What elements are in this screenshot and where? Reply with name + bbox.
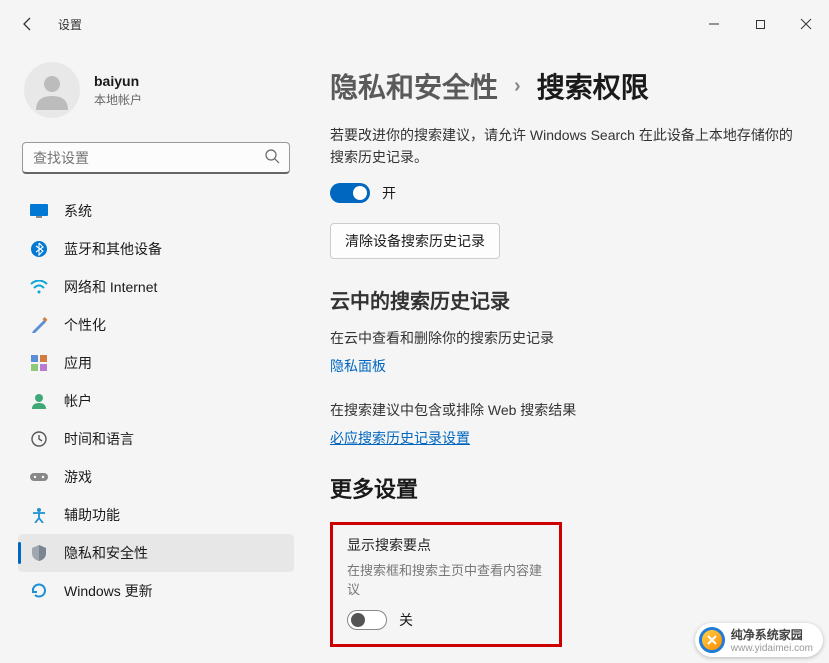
maximize-icon: [755, 19, 766, 30]
wifi-icon: [30, 278, 48, 296]
user-block[interactable]: baiyun 本地帐户: [18, 48, 294, 136]
person-icon: [32, 70, 72, 110]
sidebar-item-accessibility[interactable]: 辅助功能: [18, 496, 294, 534]
app-title: 设置: [58, 16, 82, 33]
sidebar-item-update[interactable]: Windows 更新: [18, 572, 294, 610]
highlight-title: 显示搜索要点: [347, 535, 545, 555]
update-icon: [30, 582, 48, 600]
search-input[interactable]: [22, 142, 290, 174]
highlight-toggle[interactable]: [347, 610, 387, 630]
sidebar-item-label: Windows 更新: [64, 581, 153, 601]
minimize-icon: [708, 18, 720, 30]
sidebar-item-label: 系统: [64, 201, 92, 221]
breadcrumb: 隐私和安全性 › 搜索权限: [330, 66, 799, 106]
user-name: baiyun: [94, 73, 142, 89]
sidebar-item-personalization[interactable]: 个性化: [18, 306, 294, 344]
watermark-logo-icon: [699, 627, 725, 653]
sidebar: baiyun 本地帐户 系统 蓝牙和其他设备 网络和 Internet: [0, 48, 300, 663]
privacy-dashboard-link[interactable]: 隐私面板: [330, 356, 386, 376]
sidebar-item-bluetooth[interactable]: 蓝牙和其他设备: [18, 230, 294, 268]
minimize-button[interactable]: [691, 8, 737, 40]
search-box: [22, 142, 290, 174]
accounts-icon: [30, 392, 48, 410]
sidebar-item-label: 蓝牙和其他设备: [64, 239, 162, 259]
watermark-site: 纯净系统家园: [731, 626, 813, 643]
close-button[interactable]: [783, 8, 829, 40]
sidebar-item-label: 隐私和安全性: [64, 543, 148, 563]
main-content: 隐私和安全性 › 搜索权限 若要改进你的搜索建议，请允许 Windows Sea…: [300, 48, 829, 663]
sidebar-item-accounts[interactable]: 帐户: [18, 382, 294, 420]
maximize-button[interactable]: [737, 8, 783, 40]
window-controls: [691, 8, 829, 40]
history-toggle[interactable]: [330, 183, 370, 203]
arrow-left-icon: [20, 16, 36, 32]
breadcrumb-parent[interactable]: 隐私和安全性: [330, 66, 498, 106]
sidebar-item-time-language[interactable]: 时间和语言: [18, 420, 294, 458]
titlebar: 设置: [0, 0, 829, 48]
time-icon: [30, 430, 48, 448]
privacy-icon: [30, 544, 48, 562]
sidebar-item-label: 应用: [64, 353, 92, 373]
nav-list: 系统 蓝牙和其他设备 网络和 Internet 个性化 应用 帐户: [18, 192, 294, 610]
gaming-icon: [30, 468, 48, 486]
sidebar-item-network[interactable]: 网络和 Internet: [18, 268, 294, 306]
sidebar-item-system[interactable]: 系统: [18, 192, 294, 230]
bing-history-link[interactable]: 必应搜索历史记录设置: [330, 428, 470, 448]
search-highlights-box: 显示搜索要点 在搜索框和搜索主页中查看内容建议 关: [330, 522, 562, 647]
toggle-label: 开: [382, 183, 396, 203]
toggle-label: 关: [399, 610, 413, 630]
bluetooth-icon: [30, 240, 48, 258]
sidebar-item-label: 网络和 Internet: [64, 277, 157, 297]
watermark-badge: 纯净系统家园 www.yidaimei.com: [695, 623, 823, 657]
clear-history-button[interactable]: 清除设备搜索历史记录: [330, 223, 500, 259]
sidebar-item-label: 帐户: [64, 391, 92, 411]
chevron-right-icon: ›: [514, 75, 521, 98]
user-account-type: 本地帐户: [94, 91, 142, 108]
history-toggle-row: 开: [330, 183, 799, 203]
avatar: [24, 62, 80, 118]
back-button[interactable]: [8, 4, 48, 44]
more-settings-header: 更多设置: [330, 472, 799, 504]
close-icon: [800, 18, 812, 30]
web-results-desc: 在搜索建议中包含或排除 Web 搜索结果: [330, 400, 799, 420]
sidebar-item-label: 游戏: [64, 467, 92, 487]
highlight-subtitle: 在搜索框和搜索主页中查看内容建议: [347, 560, 545, 598]
apps-icon: [30, 354, 48, 372]
breadcrumb-current: 搜索权限: [537, 66, 649, 106]
accessibility-icon: [30, 506, 48, 524]
search-icon: [265, 149, 280, 167]
sidebar-item-gaming[interactable]: 游戏: [18, 458, 294, 496]
sidebar-item-apps[interactable]: 应用: [18, 344, 294, 382]
watermark-url: www.yidaimei.com: [731, 643, 813, 654]
sidebar-item-label: 个性化: [64, 315, 106, 335]
system-icon: [30, 202, 48, 220]
sidebar-item-label: 时间和语言: [64, 429, 134, 449]
cloud-desc: 在云中查看和删除你的搜索历史记录: [330, 328, 799, 348]
personalize-icon: [30, 316, 48, 334]
sidebar-item-label: 辅助功能: [64, 505, 120, 525]
history-description: 若要改进你的搜索建议，请允许 Windows Search 在此设备上本地存储你…: [330, 124, 799, 169]
sidebar-item-privacy[interactable]: 隐私和安全性: [18, 534, 294, 572]
cloud-section-header: 云中的搜索历史记录: [330, 285, 799, 314]
